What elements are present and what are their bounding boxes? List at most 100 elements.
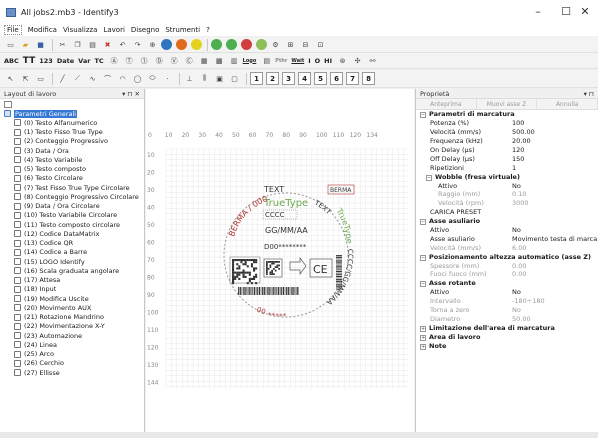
canvas-text-cccc[interactable]: CCCC bbox=[265, 211, 285, 219]
qr-code-icon[interactable]: ▩ bbox=[213, 54, 226, 67]
emergency-icon[interactable] bbox=[241, 39, 252, 50]
distribute-icon[interactable]: ⫼ bbox=[198, 72, 211, 85]
cut-icon[interactable]: ✂ bbox=[56, 38, 69, 51]
circle-counter-icon[interactable]: ⓵ bbox=[138, 54, 151, 67]
delete-icon[interactable]: ✖ bbox=[101, 38, 114, 51]
vertical-barcode[interactable] bbox=[336, 255, 342, 290]
menu-help[interactable]: ? bbox=[206, 26, 210, 34]
tree-item[interactable]: (20) Movimento AUX bbox=[4, 303, 144, 312]
property-value[interactable]: No bbox=[512, 182, 598, 190]
collapse-icon[interactable]: − bbox=[420, 219, 426, 226]
save-icon[interactable]: ■ bbox=[34, 38, 47, 51]
menu-modifica[interactable]: Modifica bbox=[28, 26, 57, 34]
bezier-icon[interactable]: ⌒ bbox=[101, 72, 114, 85]
counter-tool[interactable]: 123 bbox=[39, 57, 53, 65]
layout-panel-pin[interactable]: ▾ ⊓ ✕ bbox=[122, 90, 140, 98]
canvas-drawing[interactable]: 0 10 20 30 40 50 60 70 80 90 100 110 120 134 10 20 30 40… bbox=[146, 89, 414, 438]
property-value[interactable]: 0.00 bbox=[512, 262, 598, 270]
scale-icon[interactable]: ▤ bbox=[260, 54, 273, 67]
composite-tool[interactable]: TC bbox=[94, 57, 103, 65]
tree-item[interactable]: (8) Conteggio Progressivo Circolare bbox=[4, 192, 144, 201]
tree-item[interactable]: (10) Testo Variabile Circolare bbox=[4, 211, 144, 220]
arc-icon[interactable]: ◠ bbox=[116, 72, 129, 85]
new-file-icon[interactable]: ▭ bbox=[4, 38, 17, 51]
circle-date-icon[interactable]: Ⓓ bbox=[153, 54, 166, 67]
paste-icon[interactable]: ▤ bbox=[86, 38, 99, 51]
link-icon[interactable]: ⚯ bbox=[366, 54, 379, 67]
ce-mark[interactable]: CE bbox=[313, 263, 328, 276]
expand-icon[interactable]: + bbox=[420, 325, 426, 332]
tree-item[interactable]: (0) Testo Alfanumerico bbox=[4, 118, 144, 127]
tree-item[interactable]: (6) Testo Circolare bbox=[4, 174, 144, 183]
property-row[interactable]: Potenza (%) 100 bbox=[416, 119, 598, 128]
property-value[interactable]: 0.10 bbox=[512, 190, 598, 198]
logo-tool[interactable]: Logo bbox=[243, 58, 257, 64]
start-icon[interactable] bbox=[211, 39, 222, 50]
tree-item[interactable]: (1) Testo Fisso True Type bbox=[4, 128, 144, 137]
run-icon[interactable] bbox=[226, 39, 237, 50]
property-section[interactable]: + Note bbox=[416, 341, 598, 350]
property-value[interactable]: 50.00 bbox=[512, 315, 598, 323]
tree-item[interactable]: (18) Input bbox=[4, 285, 144, 294]
menu-visualizza[interactable]: Visualizza bbox=[63, 26, 97, 34]
collapse-icon[interactable]: − bbox=[420, 112, 426, 119]
properties-panel-pin[interactable]: ▾ ⊓ bbox=[584, 90, 594, 98]
tree-item-general-params[interactable]: Parametri Generali bbox=[4, 109, 144, 118]
move-icon[interactable]: ✣ bbox=[351, 54, 364, 67]
datamatrix-code[interactable] bbox=[229, 256, 261, 285]
menu-strumenti[interactable]: Strumenti bbox=[165, 26, 200, 34]
property-row[interactable]: On Delay (µs) 120 bbox=[416, 146, 598, 155]
property-row[interactable]: Off Delay (µs) 150 bbox=[416, 154, 598, 163]
layer-6-button[interactable]: 6 bbox=[330, 72, 343, 85]
property-value[interactable]: 6.00 bbox=[512, 244, 598, 252]
property-section[interactable]: − Asse rotante bbox=[416, 279, 598, 288]
layer-4-button[interactable]: 4 bbox=[298, 72, 311, 85]
property-row[interactable]: Torna a zero No bbox=[416, 306, 598, 315]
tree-item[interactable]: (23) Automazione bbox=[4, 331, 144, 340]
property-section[interactable]: − Asse asuliario bbox=[416, 217, 598, 226]
circle-comp-icon[interactable]: Ⓒ bbox=[183, 54, 196, 67]
layer-8-button[interactable]: 8 bbox=[362, 72, 375, 85]
canvas-text-alphanumeric[interactable]: TEXT bbox=[263, 185, 284, 194]
tree-item[interactable]: (27) Ellisse bbox=[4, 368, 144, 377]
property-value[interactable]: 3000 bbox=[512, 199, 598, 207]
group-icon[interactable]: ▣ bbox=[213, 72, 226, 85]
barcode-icon[interactable]: ▥ bbox=[228, 54, 241, 67]
move-z-button[interactable]: Muovi asse Z bbox=[477, 99, 538, 109]
property-value[interactable]: 120 bbox=[512, 146, 598, 154]
preview-button[interactable]: Anteprima bbox=[416, 99, 477, 109]
circular-counter-bottom-left[interactable]: ***** 00 bbox=[256, 305, 287, 318]
layer-2-button[interactable]: 2 bbox=[266, 72, 279, 85]
laser-on-icon[interactable] bbox=[256, 39, 267, 50]
property-row[interactable]: Spessore (mm) 0.00 bbox=[416, 261, 598, 270]
tree-item[interactable]: (21) Rotazione Mandrino bbox=[4, 313, 144, 322]
undo-icon[interactable]: ↶ bbox=[116, 38, 129, 51]
select-arrow-icon[interactable]: ↖ bbox=[4, 72, 17, 85]
property-row[interactable]: Fuoci fuoco (mm) 0.00 bbox=[416, 270, 598, 279]
collapse-icon[interactable] bbox=[4, 100, 12, 108]
close-button[interactable]: ✕ bbox=[572, 0, 598, 24]
tree-item[interactable]: (22) Movimentazione X-Y bbox=[4, 322, 144, 331]
expand-icon[interactable]: + bbox=[420, 343, 426, 350]
work-canvas[interactable]: 0 10 20 30 40 50 60 70 80 90 100 110 120 134 10 20 30 40… bbox=[146, 89, 414, 438]
arrow-mark[interactable] bbox=[289, 256, 307, 276]
canvas-text-berma[interactable]: BERMA bbox=[330, 187, 352, 194]
property-row[interactable]: Attivo No bbox=[416, 288, 598, 297]
tree-item[interactable]: (19) Modifica Uscite bbox=[4, 294, 144, 303]
stop-icon[interactable] bbox=[176, 39, 187, 50]
tree-item[interactable]: (13) Codice QR bbox=[4, 239, 144, 248]
circle-text-icon[interactable]: Ⓐ bbox=[108, 54, 121, 67]
menu-lavori[interactable]: Lavori bbox=[103, 26, 124, 34]
property-value[interactable]: 20.00 bbox=[512, 137, 598, 145]
tree-item[interactable]: (26) Cerchio bbox=[4, 359, 144, 368]
property-value[interactable]: 1 bbox=[512, 164, 598, 172]
menu-file[interactable]: File bbox=[4, 25, 22, 35]
canvas-truetype[interactable]: TrueType bbox=[263, 198, 308, 209]
canvas-text-counter[interactable]: D00******** bbox=[264, 243, 307, 251]
rectangle-select-icon[interactable]: ▭ bbox=[34, 72, 47, 85]
ungroup-icon[interactable]: ▢ bbox=[228, 72, 241, 85]
input-tool[interactable]: I bbox=[308, 57, 310, 65]
circle-var-icon[interactable]: Ⓥ bbox=[168, 54, 181, 67]
target-icon[interactable]: ⊛ bbox=[336, 54, 349, 67]
tree-item[interactable]: (15) LOGO Identify bbox=[4, 257, 144, 266]
